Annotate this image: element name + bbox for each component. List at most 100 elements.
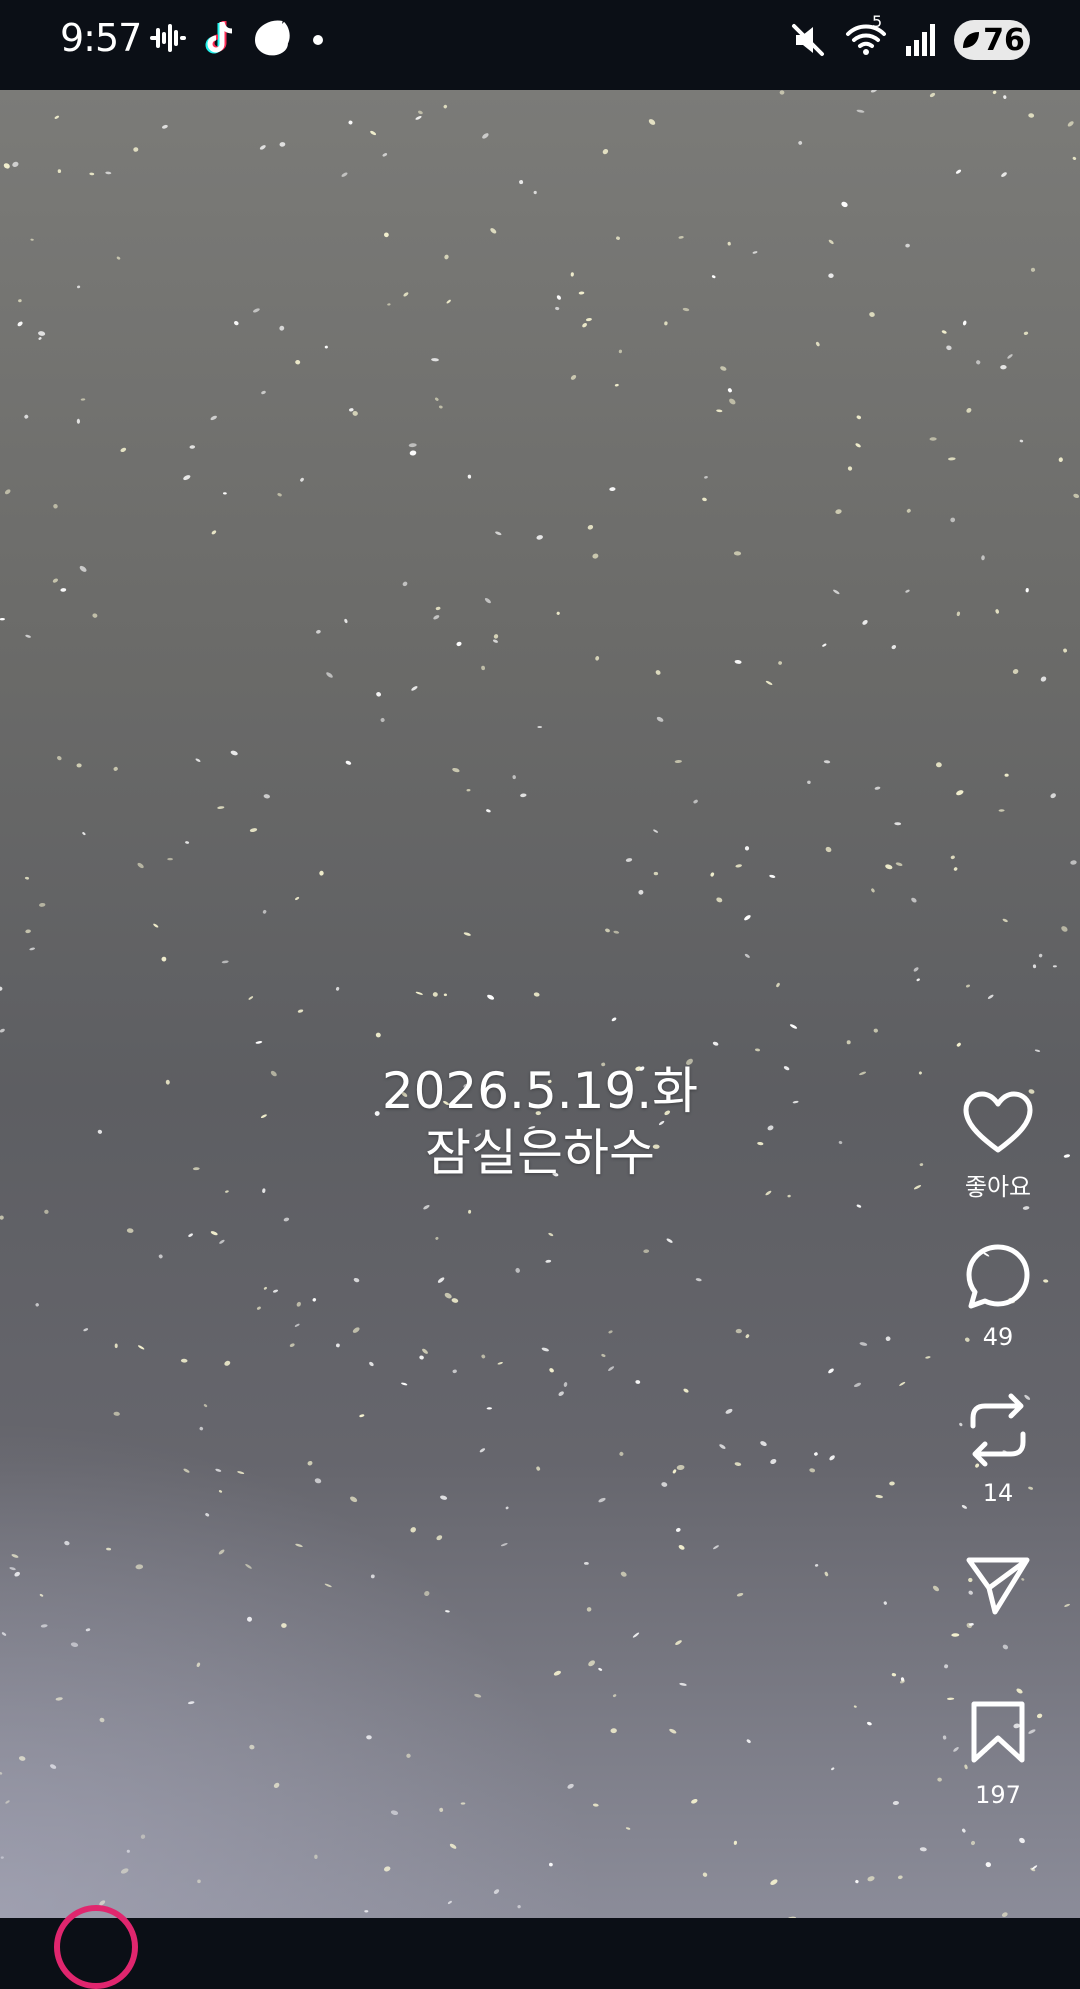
light-speck: [219, 1239, 225, 1244]
light-speck: [390, 1810, 399, 1816]
light-speck: [70, 1642, 79, 1647]
light-speck: [137, 1345, 145, 1350]
light-speck: [745, 1334, 750, 1339]
light-speck: [0, 986, 3, 991]
light-speck: [711, 275, 716, 279]
light-speck: [410, 1527, 416, 1533]
light-speck: [437, 1277, 445, 1283]
light-speck: [439, 1807, 444, 1812]
light-speck: [548, 1232, 554, 1237]
light-speck: [1072, 156, 1077, 160]
light-speck: [445, 1610, 450, 1613]
light-speck: [30, 238, 34, 241]
light-speck: [11, 1554, 19, 1558]
light-speck: [279, 142, 286, 147]
light-speck: [335, 986, 340, 991]
light-speck: [1019, 439, 1024, 443]
light-speck: [953, 867, 958, 871]
light-speck: [853, 1382, 862, 1388]
light-speck: [384, 1866, 391, 1872]
light-speck: [570, 374, 577, 380]
light-speck: [307, 1460, 313, 1466]
light-speck: [648, 119, 656, 125]
light-speck: [211, 530, 217, 535]
light-speck: [262, 1188, 266, 1193]
light-speck: [746, 1739, 751, 1744]
light-speck: [956, 790, 964, 796]
light-speck: [1070, 860, 1077, 865]
light-speck: [205, 1513, 210, 1517]
light-speck: [114, 1343, 118, 1349]
light-speck: [625, 858, 633, 862]
like-button[interactable]: 좋아요: [938, 1090, 1058, 1202]
video-player[interactable]: 2026.5.19.화 잠실은하수 좋아요 49 14 197: [0, 90, 1080, 1918]
light-speck: [29, 947, 36, 951]
light-speck: [120, 1868, 129, 1874]
light-speck: [221, 960, 229, 964]
light-speck: [295, 896, 300, 901]
light-speck: [925, 1356, 931, 1359]
light-speck: [106, 1547, 112, 1551]
light-speck: [586, 1607, 592, 1612]
light-speck: [348, 120, 353, 125]
comment-button[interactable]: 49: [938, 1242, 1058, 1352]
light-speck: [249, 1744, 255, 1750]
light-speck: [468, 1209, 472, 1214]
light-speck: [85, 1628, 91, 1632]
light-speck: [616, 236, 620, 240]
light-speck: [234, 320, 239, 326]
light-speck: [678, 236, 684, 239]
mute-icon: [792, 24, 824, 56]
caption-place: 잠실은하수: [425, 1124, 655, 1182]
light-speck: [38, 331, 46, 336]
light-speck: [39, 1593, 44, 1597]
light-speck: [261, 390, 266, 395]
light-speck: [161, 956, 167, 962]
light-speck: [833, 589, 840, 595]
light-speck: [729, 398, 736, 405]
light-speck: [675, 1640, 682, 1645]
light-speck: [18, 299, 22, 303]
repost-button[interactable]: 14: [938, 1392, 1058, 1508]
light-speck: [911, 897, 917, 903]
light-speck: [608, 1330, 613, 1334]
light-speck: [632, 1632, 640, 1638]
light-speck: [183, 1468, 190, 1473]
light-speck: [765, 680, 773, 685]
light-speck: [370, 1574, 375, 1579]
light-speck: [778, 661, 782, 665]
light-speck: [185, 841, 190, 844]
share-button[interactable]: [938, 1554, 1058, 1656]
light-speck: [126, 1849, 130, 1853]
light-speck: [431, 358, 439, 362]
light-speck: [755, 1048, 760, 1052]
save-button[interactable]: 197: [938, 1700, 1058, 1810]
light-speck: [869, 312, 875, 317]
light-speck: [897, 1875, 903, 1880]
light-speck: [828, 273, 834, 279]
light-speck: [294, 1323, 300, 1327]
send-icon: [966, 1557, 1030, 1615]
light-speck: [545, 1259, 552, 1263]
comment-count: 49: [982, 1323, 1014, 1351]
light-speck: [326, 672, 333, 678]
light-speck: [612, 1694, 617, 1698]
light-speck: [423, 1204, 430, 1210]
light-speck: [929, 92, 936, 98]
light-speck: [744, 915, 751, 921]
light-speck: [80, 398, 86, 401]
save-count: 197: [975, 1781, 1021, 1809]
light-speck: [558, 1391, 564, 1397]
light-speck: [913, 967, 919, 972]
light-speck: [76, 418, 81, 424]
light-speck: [870, 90, 878, 93]
light-speck: [770, 1459, 777, 1464]
light-speck: [419, 1355, 424, 1360]
light-speck: [655, 670, 661, 675]
light-speck: [956, 611, 961, 617]
light-speck: [716, 409, 723, 413]
light-speck: [661, 1482, 668, 1487]
light-speck: [369, 1361, 374, 1367]
light-speck: [955, 169, 962, 174]
light-speck: [344, 618, 348, 624]
